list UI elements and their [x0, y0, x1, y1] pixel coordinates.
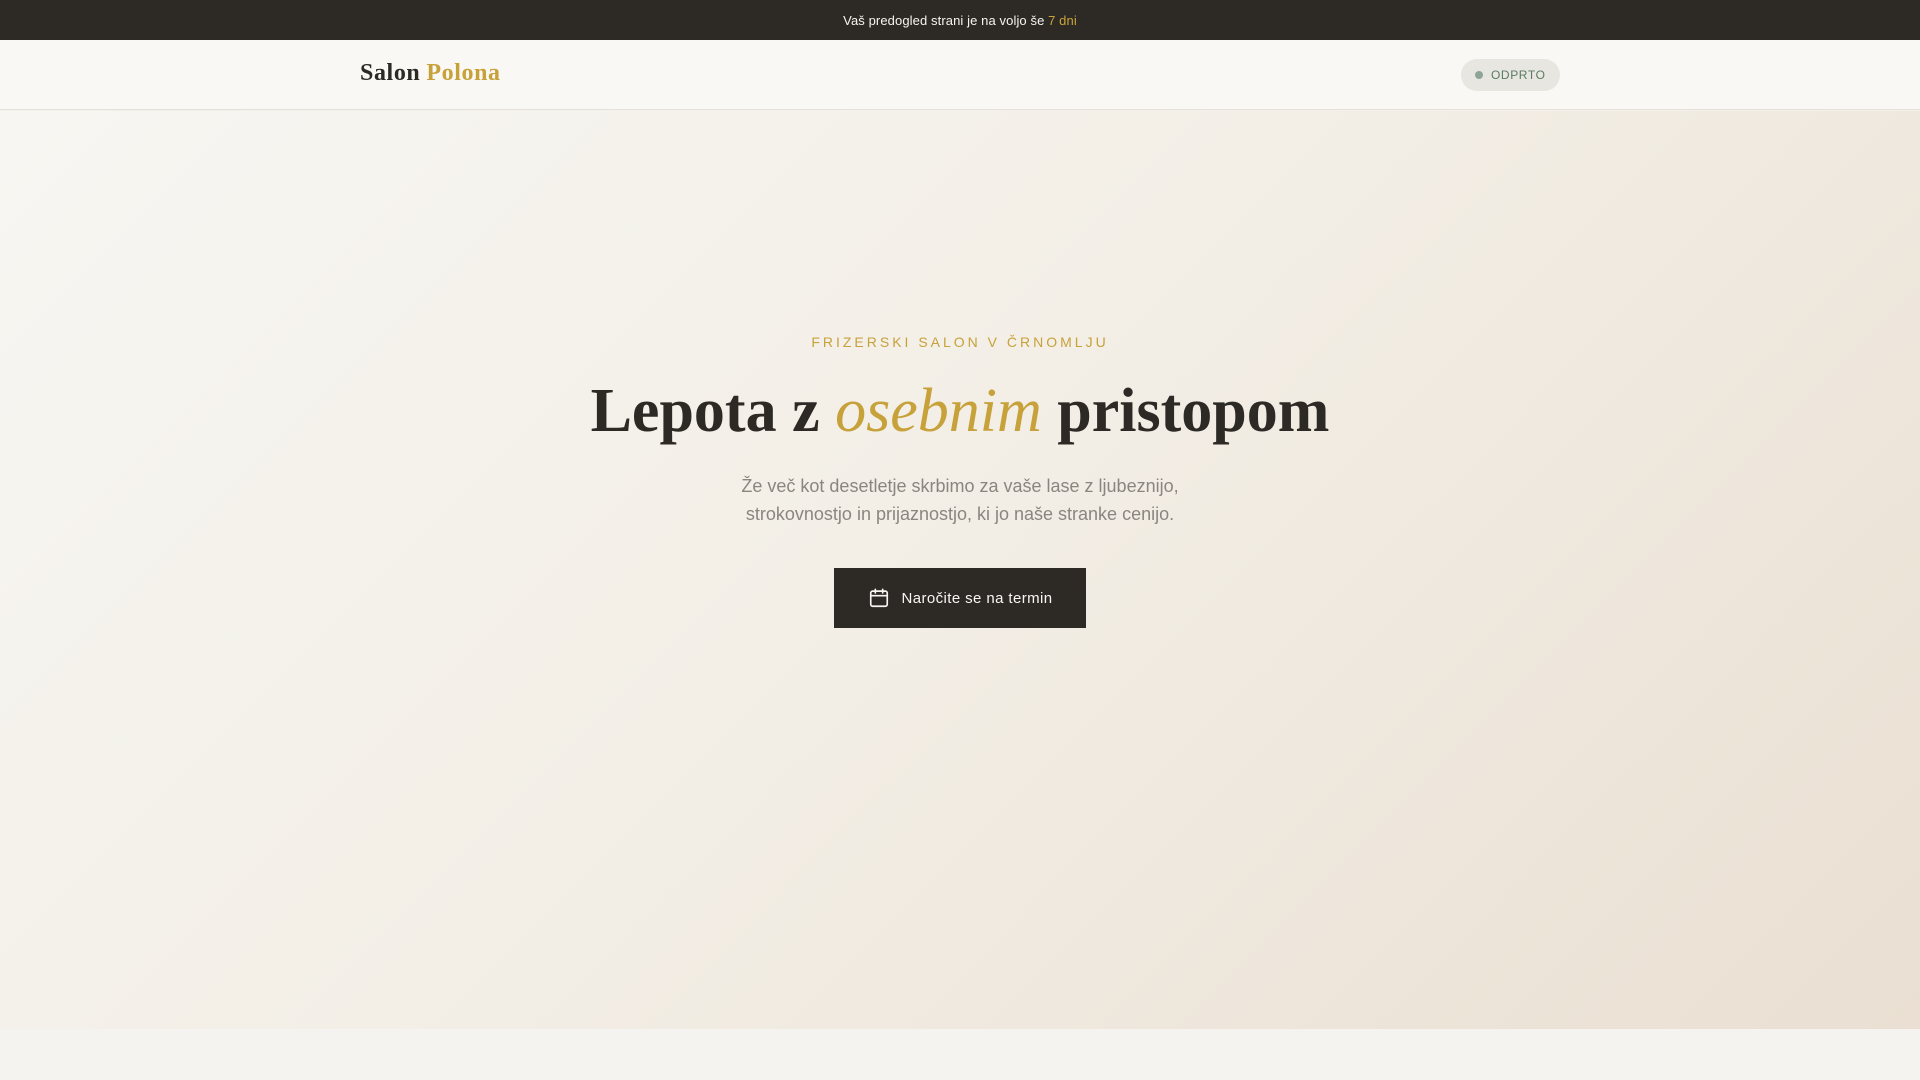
hero-headline: Lepota z osebnim pristopom	[0, 376, 1920, 447]
hero-kicker: FRIZERSKI SALON V ČRNOMLJU	[811, 334, 1109, 350]
headline-part-1: Lepota z	[590, 377, 820, 445]
calendar-icon	[868, 587, 890, 609]
preview-banner-text: Vaš predogled strani je na voljo še	[843, 12, 1045, 28]
book-appointment-label: Naročite se na termin	[901, 589, 1053, 607]
status-label: ODPRTO	[1491, 68, 1546, 82]
headline-part-2: pristopom	[1057, 377, 1330, 445]
brand-name-first: Salon	[360, 60, 421, 86]
page-bottom-strip	[0, 1029, 1920, 1080]
headline-emphasis: osebnim	[835, 377, 1042, 445]
hero-subtitle: Že več kot desetletje skrbimo za vaše la…	[0, 472, 1920, 528]
site-header: Salon Polona ODPRTO	[0, 40, 1920, 110]
brand-name-second: Polona	[426, 60, 501, 86]
preview-banner: Vaš predogled strani je na voljo še 7 dn…	[0, 0, 1920, 40]
status-dot-icon	[1475, 71, 1483, 79]
open-status-badge: ODPRTO	[1461, 59, 1560, 91]
hero-subtitle-line-1: Že več kot desetletje skrbimo za vaše la…	[741, 476, 1179, 496]
brand-logo[interactable]: Salon Polona	[360, 60, 501, 87]
preview-days-left: 7 dni	[1048, 12, 1077, 28]
hero-subtitle-line-2: strokovnostjo in prijaznostjo, ki jo naš…	[745, 504, 1175, 524]
book-appointment-button[interactable]: Naročite se na termin	[834, 568, 1086, 628]
